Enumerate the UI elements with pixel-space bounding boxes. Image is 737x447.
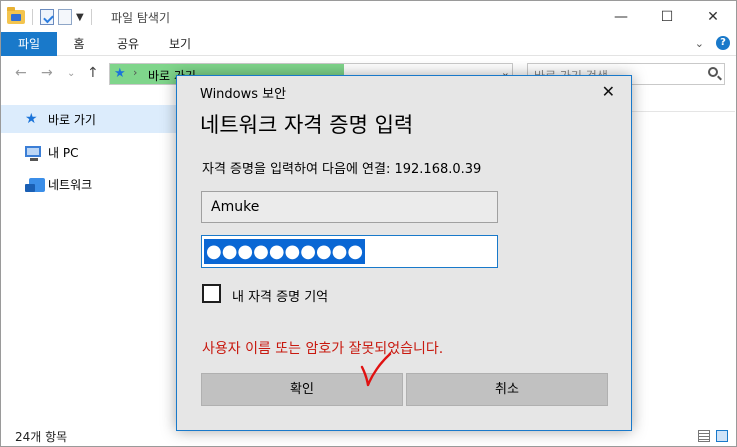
tab-file[interactable]: 파일: [1, 32, 57, 56]
close-icon[interactable]: ✕: [602, 82, 615, 101]
toolbar-divider: [90, 9, 92, 25]
recent-locations-chevron-icon[interactable]: ⌄: [67, 68, 75, 79]
cancel-button[interactable]: 취소: [406, 373, 608, 406]
customize-toolbar-dropdown-icon[interactable]: ▼: [76, 12, 84, 23]
window-controls: — ☐ ✕: [598, 1, 736, 32]
back-arrow-icon[interactable]: ←: [15, 65, 27, 81]
star-icon: ★: [25, 111, 38, 127]
search-icon[interactable]: [708, 67, 718, 77]
quick-access-toolbar: ▼: [7, 7, 95, 27]
sidebar-item-network[interactable]: 네트워크: [1, 170, 181, 198]
help-icon[interactable]: ?: [716, 36, 730, 50]
dialog-heading: 네트워크 자격 증명 입력: [200, 113, 414, 137]
title-bar: ▼ 파일 탐색기 — ☐ ✕: [1, 1, 736, 32]
username-field[interactable]: Amuke: [201, 191, 498, 223]
large-icons-view-icon[interactable]: [716, 430, 728, 442]
tab-share[interactable]: 공유: [103, 32, 153, 56]
item-count: 24개 항목: [15, 430, 68, 444]
password-selection: ●●●●●●●●●●: [204, 239, 366, 264]
red-checkmark-annotation-icon: [360, 353, 392, 387]
maximize-button[interactable]: ☐: [644, 1, 690, 32]
error-message: 사용자 이름 또는 암호가 잘못되었습니다.: [202, 341, 444, 357]
close-window-button[interactable]: ✕: [690, 1, 736, 32]
sidebar-item-label: 내 PC: [48, 145, 79, 160]
password-field[interactable]: ●●●●●●●●●●: [201, 235, 498, 268]
star-icon: ★: [114, 66, 126, 81]
tab-view[interactable]: 보기: [157, 32, 203, 56]
ribbon-tabs: 파일 홈 공유 보기 ⌄ ?: [1, 32, 736, 56]
sidebar-item-this-pc[interactable]: 내 PC: [1, 138, 181, 166]
breadcrumb-chevron-icon[interactable]: ›: [133, 66, 137, 79]
window-title: 파일 탐색기: [111, 11, 171, 25]
sidebar-item-quick-access[interactable]: ★ 바로 가기: [1, 105, 181, 133]
ribbon-right-controls: ⌄ ?: [695, 36, 730, 50]
minimize-button[interactable]: —: [598, 1, 644, 32]
credential-dialog: Windows 보안 ✕ 네트워크 자격 증명 입력 자격 증명을 입력하여 다…: [176, 75, 632, 431]
network-icon: [25, 178, 45, 192]
username-value: Amuke: [211, 199, 260, 215]
remember-credentials-checkbox[interactable]: [202, 284, 221, 303]
new-folder-icon[interactable]: [58, 9, 72, 25]
sidebar-item-label: 바로 가기: [48, 112, 96, 127]
toolbar-divider: [32, 9, 33, 25]
column-header-divider: [631, 111, 735, 112]
details-view-icon[interactable]: [698, 430, 710, 442]
navigation-pane: ★ 바로 가기 내 PC 네트워크: [1, 101, 181, 421]
computer-icon: [25, 146, 41, 161]
properties-icon[interactable]: [40, 9, 54, 25]
folder-icon: [7, 7, 25, 24]
dialog-caption: Windows 보안: [200, 87, 287, 102]
password-mask: ●●●●●●●●●●: [206, 241, 364, 262]
dialog-description: 자격 증명을 입력하여 다음에 연결: 192.168.0.39: [202, 162, 482, 177]
up-arrow-icon[interactable]: ↑: [87, 65, 99, 81]
sidebar-item-label: 네트워크: [48, 177, 93, 192]
tab-home[interactable]: 홈: [57, 32, 101, 56]
expand-ribbon-chevron-icon[interactable]: ⌄: [695, 37, 704, 50]
remember-credentials-label[interactable]: 내 자격 증명 기억: [232, 286, 328, 305]
forward-arrow-icon[interactable]: →: [41, 65, 53, 81]
